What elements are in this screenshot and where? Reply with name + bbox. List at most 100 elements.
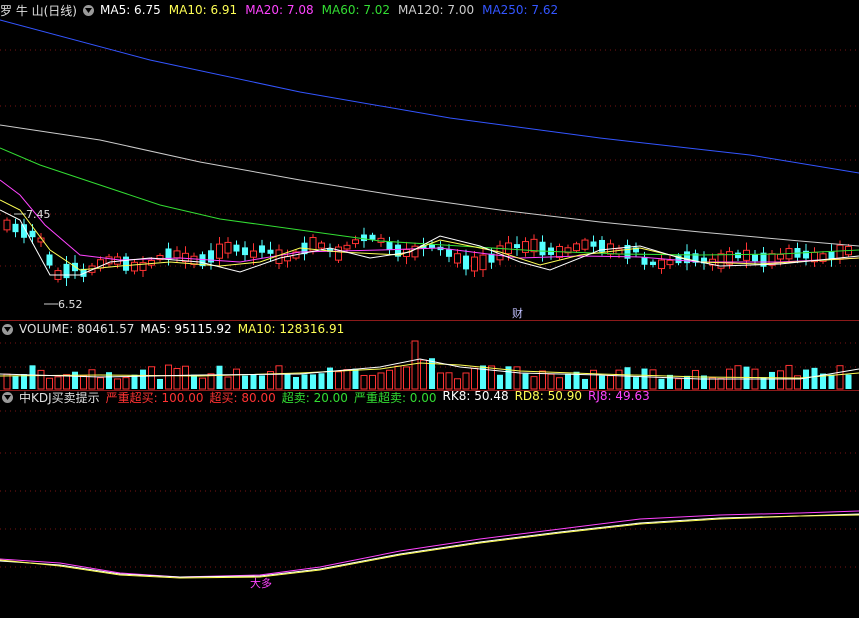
ma-legend-item: MA10: 6.91	[168, 3, 238, 17]
volume-bar	[97, 377, 104, 390]
chevron-down-icon[interactable]	[2, 391, 13, 403]
volume-bar	[122, 377, 130, 390]
volume-bar	[649, 369, 657, 390]
volume-bar	[641, 368, 648, 389]
volume-bar	[828, 374, 835, 389]
candle	[735, 252, 741, 259]
volume-bar	[530, 376, 538, 390]
candle	[267, 249, 274, 254]
ma-legend-item: MA60: 7.02	[321, 3, 391, 17]
volume-bar	[157, 378, 163, 389]
candle	[836, 244, 844, 260]
volume-bar	[63, 374, 70, 390]
volume-bar	[590, 369, 597, 390]
candle	[581, 239, 589, 250]
volume-bar	[556, 377, 563, 390]
volume-bar	[173, 367, 181, 390]
candle	[352, 239, 359, 245]
volume-bar	[37, 369, 45, 390]
kdj-legend-item: RJ8: 49.63	[588, 388, 650, 403]
volume-bar	[29, 365, 36, 389]
volume-bar	[199, 377, 206, 390]
price-chart[interactable]	[0, 0, 859, 320]
kdj-header: 中KDJ买卖提示 严重超买: 100.00 超买: 80.00 超卖: 20.00 严…	[0, 389, 662, 405]
candle	[12, 223, 19, 233]
volume-bar	[624, 367, 631, 389]
volume-bar	[692, 369, 699, 390]
volume-bar	[607, 375, 614, 390]
volume-bar	[182, 365, 189, 390]
chevron-down-icon[interactable]	[83, 4, 94, 16]
volume-bar	[420, 359, 427, 390]
volume-bar	[836, 365, 844, 390]
candle	[224, 241, 232, 254]
candle	[3, 219, 11, 231]
candle	[522, 241, 529, 253]
ma20-line	[0, 179, 859, 263]
volume-value: VOLUME: 80461.57	[19, 322, 135, 336]
candle	[530, 238, 538, 253]
volume-ma5: MA5: 95115.92	[140, 322, 232, 336]
kdj-legend-item: RK8: 50.48	[442, 388, 509, 403]
volume-bar	[165, 364, 172, 390]
kdj-legend: 严重超买: 100.00 超买: 80.00 超卖: 20.00 严重超卖: 0.00…	[106, 389, 656, 406]
volume-bar	[360, 374, 368, 390]
volume-bar	[462, 372, 470, 390]
volume-bar	[352, 368, 359, 389]
candle	[361, 234, 367, 242]
earnings-marker[interactable]: 财	[512, 305, 523, 321]
candle	[275, 249, 283, 264]
kdj-legend-item: 严重超买: 100.00	[105, 390, 204, 405]
candle	[369, 234, 376, 240]
volume-header: VOLUME: 80461.57 MA5: 95115.92 MA10: 128…	[0, 321, 350, 337]
volume-panel[interactable]: VOLUME: 80461.57 MA5: 95115.92 MA10: 128…	[0, 321, 859, 390]
volume-bar	[46, 377, 53, 390]
volume-bar	[275, 365, 283, 390]
volume-bar	[242, 375, 248, 389]
candle	[318, 242, 325, 249]
volume-bar	[488, 365, 495, 390]
candle	[446, 249, 452, 257]
kdj-chart[interactable]	[0, 391, 859, 618]
stock-title: 罗 牛 山(日线)	[0, 3, 77, 18]
volume-bar	[658, 378, 665, 389]
volume-bar	[293, 376, 299, 389]
volume-bar	[54, 376, 62, 390]
volume-bar	[386, 369, 393, 390]
candle	[259, 245, 265, 253]
high-price-label: 7.45	[26, 208, 51, 221]
volume-bar	[335, 371, 342, 390]
volume-bar	[547, 373, 555, 390]
candle	[131, 261, 138, 272]
volume-bar	[216, 365, 223, 389]
volume-bar	[318, 373, 325, 389]
ma120-line	[0, 124, 859, 247]
ma60-line	[0, 147, 859, 256]
candle	[471, 256, 478, 272]
candle	[173, 250, 181, 259]
volume-bar	[582, 378, 588, 389]
volume-bar	[301, 374, 308, 389]
candle	[590, 241, 597, 247]
candle	[752, 253, 758, 262]
kdj-panel[interactable]: 中KDJ买卖提示 严重超买: 100.00 超买: 80.00 超卖: 20.00 严…	[0, 389, 859, 618]
candle	[123, 256, 129, 271]
volume-bar	[803, 369, 809, 389]
volume-bar	[615, 369, 623, 390]
volume-bar	[769, 371, 775, 389]
ma-legend-item: MA5: 6.75	[100, 3, 161, 17]
volume-bar	[394, 365, 402, 390]
chevron-down-icon[interactable]	[2, 323, 13, 335]
candle	[803, 250, 809, 259]
rk8-line	[0, 513, 859, 578]
volume-bar	[437, 372, 444, 390]
volume-bar	[224, 376, 232, 390]
price-panel[interactable]: 罗 牛 山(日线) MA5: 6.75 MA10: 6.91 MA20: 7.08 M…	[0, 0, 859, 320]
candle	[743, 249, 750, 261]
candle	[641, 256, 648, 265]
ma-legend-item: MA250: 7.62	[482, 3, 559, 17]
candle	[615, 248, 623, 255]
volume-bar	[429, 358, 435, 389]
volume-bar	[140, 369, 146, 389]
kdj-title: 中KDJ买卖提示	[19, 390, 100, 405]
